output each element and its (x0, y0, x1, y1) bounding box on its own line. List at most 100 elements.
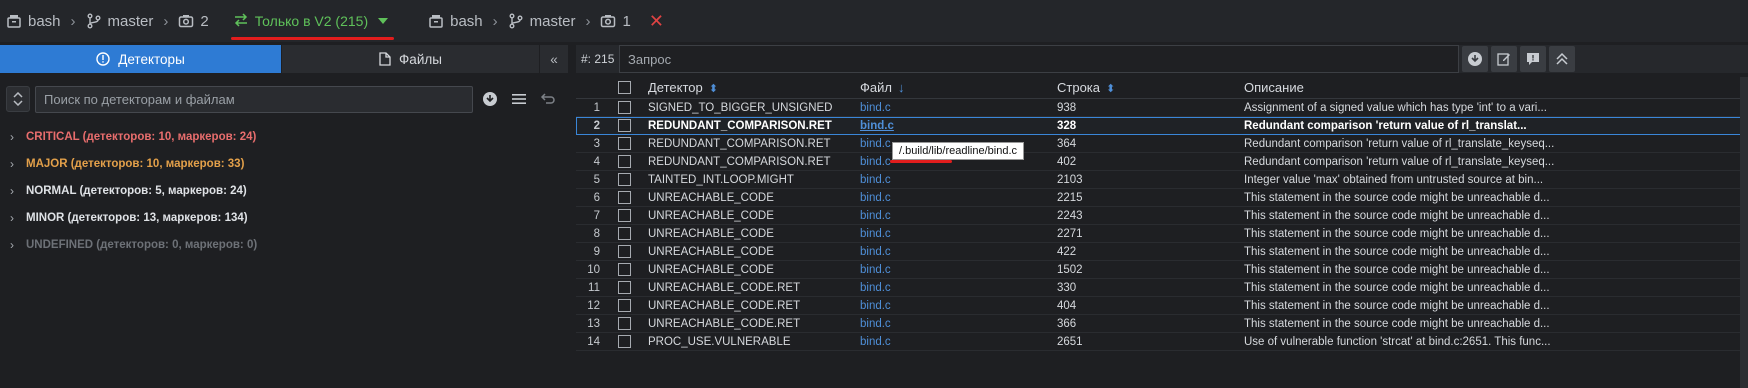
row-checkbox[interactable] (617, 191, 631, 204)
row-file-link[interactable]: bind.c (858, 192, 1055, 204)
row-checkbox[interactable] (617, 263, 631, 276)
left-snapshot-crumb[interactable]: 2 (178, 13, 209, 30)
table-row[interactable]: 3 REDUNDANT_COMPARISON.RET bind.c 364 Redund… (576, 135, 1748, 153)
header-detector[interactable]: Детектор ⬍ (646, 80, 858, 95)
table-row[interactable]: 14 PROC_USE.VULNERABLE bind.c 2651 Use of vu… (576, 333, 1748, 351)
row-checkbox-cell[interactable] (602, 317, 646, 330)
table-row[interactable]: 6 UNREACHABLE_CODE bind.c 2215 This statemen… (576, 189, 1748, 207)
row-checkbox[interactable] (617, 299, 631, 312)
tree-node-major[interactable]: › MAJOR (детекторов: 10, маркеров: 33) (0, 150, 568, 177)
tab-files[interactable]: Файлы (281, 45, 539, 73)
collapse-up-button[interactable] (1549, 46, 1575, 72)
right-branch-crumb[interactable]: master (508, 12, 576, 30)
chevron-right-icon[interactable]: › (10, 184, 20, 198)
right-snapshot-crumb[interactable]: 1 (600, 13, 631, 30)
row-checkbox-cell[interactable] (602, 281, 646, 294)
comment-button[interactable] (1520, 46, 1546, 72)
row-checkbox[interactable] (617, 209, 631, 222)
row-checkbox-cell[interactable] (602, 299, 646, 312)
header-file[interactable]: Файл ↓ (858, 80, 1055, 95)
compare-mode-dropdown[interactable]: Только в V2 (215) (230, 12, 395, 40)
chevron-right-icon[interactable]: › (10, 211, 20, 225)
chevron-right-icon[interactable]: › (10, 157, 20, 171)
download-button[interactable] (478, 86, 502, 112)
download-query-button[interactable] (1462, 46, 1488, 72)
sort-toggle-button[interactable] (6, 86, 30, 112)
row-checkbox-cell[interactable] (602, 263, 646, 276)
row-checkbox-cell[interactable] (602, 191, 646, 204)
tree-node-critical[interactable]: › CRITICAL (детекторов: 10, маркеров: 24… (0, 123, 568, 150)
tree-node-undefined[interactable]: › UNDEFINED (детекторов: 0, маркеров: 0) (0, 231, 568, 258)
right-repo-crumb[interactable]: bash (428, 13, 483, 30)
row-checkbox[interactable] (617, 137, 631, 150)
chevron-right-icon[interactable]: › (10, 130, 20, 144)
edit-query-button[interactable] (1491, 46, 1517, 72)
row-checkbox[interactable] (617, 317, 631, 330)
table-row[interactable]: 11 UNREACHABLE_CODE.RET bind.c 330 This stat… (576, 279, 1748, 297)
header-description[interactable]: Описание (1242, 80, 1562, 95)
tab-detectors[interactable]: Детекторы (0, 45, 281, 73)
chevron-right-icon: › (163, 12, 169, 30)
row-checkbox-cell[interactable] (602, 335, 646, 348)
row-file-link[interactable]: bind.c (858, 228, 1055, 240)
left-repo-crumb[interactable]: bash (6, 13, 61, 30)
row-description: Redundant comparison 'return value of rl… (1244, 137, 1555, 150)
undo-button[interactable] (536, 86, 560, 112)
chevron-right-icon[interactable]: › (10, 238, 20, 252)
row-file-link[interactable]: bind.c (858, 300, 1055, 312)
table-row[interactable]: 2 REDUNDANT_COMPARISON.RET bind.c 328 Redund… (576, 117, 1748, 135)
table-row[interactable]: 7 UNREACHABLE_CODE bind.c 2243 This statemen… (576, 207, 1748, 225)
row-number: 5 (593, 173, 600, 186)
row-file-link[interactable]: bind.c (858, 246, 1055, 258)
row-file-link[interactable]: bind.c (858, 282, 1055, 294)
row-checkbox-cell[interactable] (602, 155, 646, 168)
table-row[interactable]: 1 SIGNED_TO_BIGGER_UNSIGNED bind.c 938 Assig… (576, 99, 1748, 117)
row-checkbox-cell[interactable] (602, 245, 646, 258)
row-checkbox[interactable] (617, 173, 631, 186)
tree-node-normal[interactable]: › NORMAL (детекторов: 5, маркеров: 24) (0, 177, 568, 204)
download-circle-icon (1468, 52, 1482, 66)
row-checkbox[interactable] (617, 245, 631, 258)
select-all-checkbox[interactable] (617, 81, 631, 94)
menu-button[interactable] (507, 86, 531, 112)
header-line[interactable]: Строка ⬍ (1055, 80, 1242, 95)
tree-node-minor[interactable]: › MINOR (детекторов: 13, маркеров: 134) (0, 204, 568, 231)
header-select-all[interactable] (602, 81, 646, 94)
info-circle-icon (96, 52, 110, 66)
table-row[interactable]: 13 UNREACHABLE_CODE.RET bind.c 366 This stat… (576, 315, 1748, 333)
row-detector: PROC_USE.VULNERABLE (648, 335, 791, 348)
detector-search-input[interactable]: Поиск по детекторам и файлам (35, 85, 473, 113)
table-row[interactable]: 8 UNREACHABLE_CODE bind.c 2271 This statemen… (576, 225, 1748, 243)
row-checkbox-cell[interactable] (602, 137, 646, 150)
row-checkbox[interactable] (617, 119, 631, 132)
row-checkbox-cell[interactable] (602, 209, 646, 222)
row-file-link[interactable]: bind.c (858, 210, 1055, 222)
row-checkbox[interactable] (617, 281, 631, 294)
table-row[interactable]: 10 UNREACHABLE_CODE bind.c 1502 This stateme… (576, 261, 1748, 279)
row-file-link[interactable]: bind.c (858, 174, 1055, 186)
left-branch-crumb[interactable]: master (86, 13, 153, 30)
vertical-scrollbar[interactable] (1740, 77, 1748, 388)
table-row[interactable]: 5 TAINTED_INT.LOOP.MIGHT bind.c 2103 Integer… (576, 171, 1748, 189)
close-comparison-button[interactable]: ✕ (649, 11, 664, 32)
collapse-panel-button[interactable]: « (539, 45, 568, 73)
table-row[interactable]: 9 UNREACHABLE_CODE bind.c 422 This statement… (576, 243, 1748, 261)
row-checkbox-cell[interactable] (602, 227, 646, 240)
query-input[interactable]: Запрос (619, 45, 1459, 73)
row-file-link[interactable]: bind.c (858, 336, 1055, 348)
row-checkbox[interactable] (617, 335, 631, 348)
row-file-link[interactable]: bind.c (858, 120, 1055, 132)
right-branch-name: master (529, 12, 576, 30)
row-file-link[interactable]: bind.c (858, 102, 1055, 114)
table-row[interactable]: 4 REDUNDANT_COMPARISON.RET bind.c 402 Redund… (576, 153, 1748, 171)
row-checkbox-cell[interactable] (602, 173, 646, 186)
row-checkbox-cell[interactable] (602, 101, 646, 114)
row-checkbox-cell[interactable] (602, 119, 646, 132)
row-checkbox[interactable] (617, 101, 631, 114)
table-row[interactable]: 12 UNREACHABLE_CODE.RET bind.c 404 This stat… (576, 297, 1748, 315)
row-file-link[interactable]: bind.c (858, 264, 1055, 276)
row-checkbox[interactable] (617, 227, 631, 240)
row-number: 10 (587, 263, 600, 276)
row-file-link[interactable]: bind.c (858, 318, 1055, 330)
row-checkbox[interactable] (617, 155, 631, 168)
